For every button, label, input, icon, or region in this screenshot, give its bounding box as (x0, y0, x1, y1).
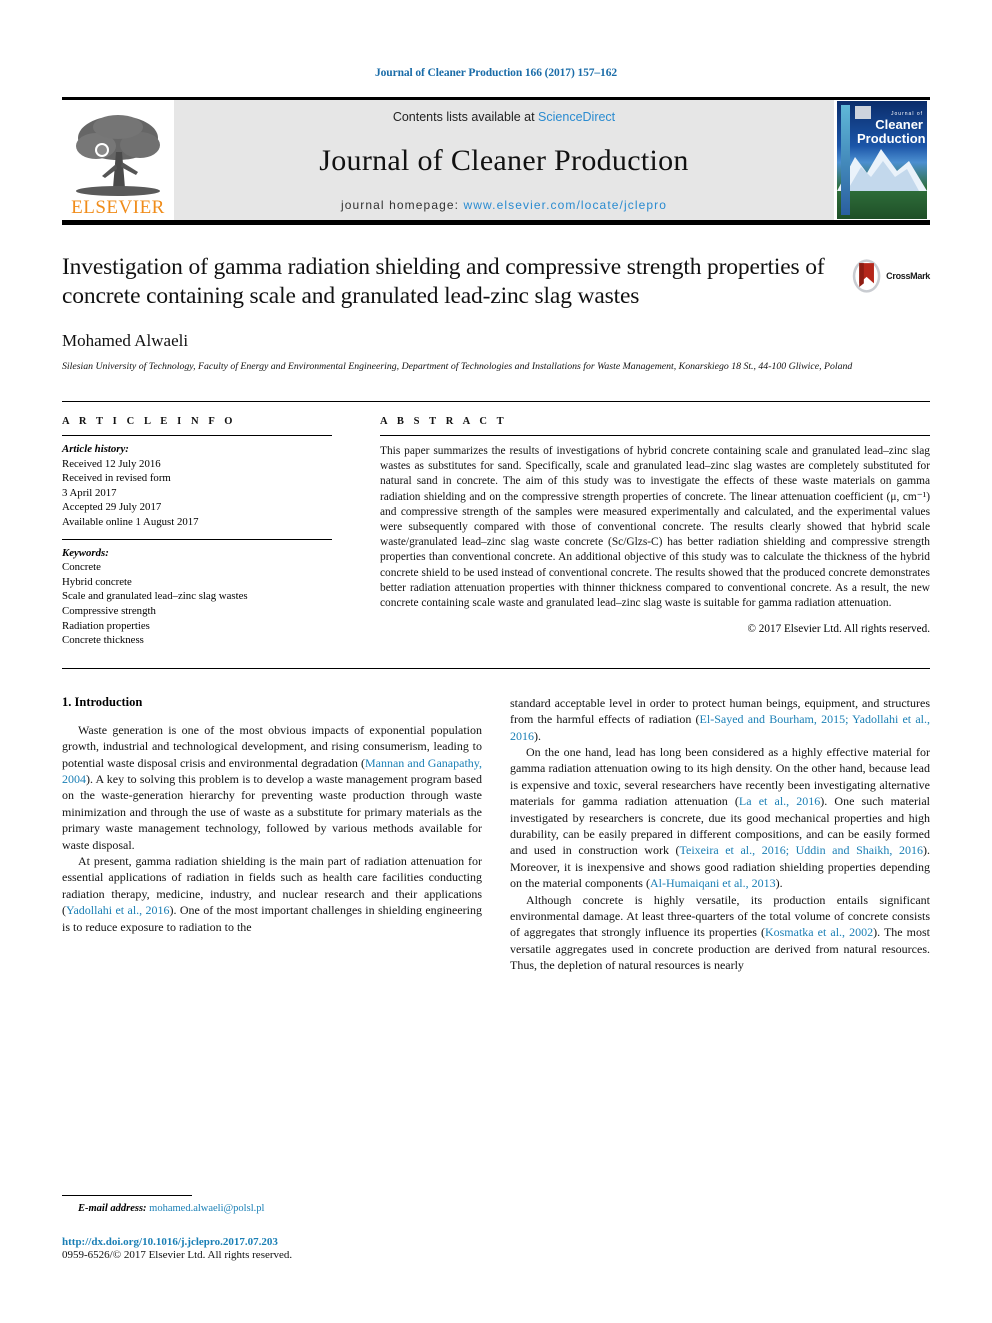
footnote-rule (62, 1195, 192, 1196)
paragraph-text: ). (775, 876, 783, 891)
cover-line2: Cleaner (875, 117, 923, 132)
body-paragraph: On the one hand, lead has long been cons… (510, 744, 930, 892)
abstract-copyright: © 2017 Elsevier Ltd. All rights reserved… (747, 623, 931, 636)
running-head: Journal of Cleaner Production 166 (2017)… (374, 67, 618, 79)
cover-footer-text (855, 201, 923, 215)
page-footnote: E-mail address: mohamed.alwaeli@polsl.pl… (62, 1195, 482, 1261)
article-history-label: Article history: (62, 443, 129, 455)
journal-homepage-line: journal homepage: www.elsevier.com/locat… (341, 198, 667, 212)
homepage-url-link[interactable]: www.elsevier.com/locate/jclepro (464, 198, 668, 212)
cover-line3: Production (857, 131, 926, 146)
cover-art: Journal of Cleaner Production (837, 101, 927, 219)
email-link[interactable]: mohamed.alwaeli@polsl.pl (149, 1203, 264, 1214)
history-line: 3 April 2017 (62, 486, 117, 499)
body-paragraph: At present, gamma radiation shielding is… (62, 853, 482, 935)
right-paragraphs: standard acceptable level in order to pr… (510, 695, 930, 974)
author-affiliation: Silesian University of Technology, Facul… (62, 361, 853, 372)
issn-copyright-line: 0959-6526/© 2017 Elsevier Ltd. All right… (62, 1249, 293, 1261)
contents-available-line: Contents lists available at ScienceDirec… (393, 110, 615, 124)
keyword-item: Concrete (62, 561, 101, 574)
doi-link[interactable]: http://dx.doi.org/10.1016/j.jclepro.2017… (62, 1236, 482, 1248)
article-info-heading: A R T I C L E I N F O (62, 416, 237, 427)
keyword-item: Scale and granulated lead–zinc slag wast… (62, 590, 248, 603)
crossmark-label: CrossMark (886, 271, 930, 281)
crossmark-badge[interactable]: CrossMark (850, 253, 930, 299)
masthead-center: Contents lists available at ScienceDirec… (174, 100, 834, 220)
body-paragraph: Waste generation is one of the most obvi… (62, 722, 482, 853)
keywords-block: Keywords: Concrete Hybrid concrete Scale… (62, 540, 332, 648)
cover-title-text: Journal of Cleaner Production (857, 111, 926, 146)
citation-link[interactable]: Yadollahi et al., 2016 (66, 903, 170, 917)
keywords-label: Keywords: (62, 546, 109, 559)
citation-link[interactable]: La et al., 2016 (739, 794, 820, 808)
body-right-column: standard acceptable level in order to pr… (510, 695, 930, 974)
article-history: Article history: Received 12 July 2016 R… (62, 436, 332, 539)
history-line: Received 12 July 2016 (62, 457, 161, 470)
journal-cover-thumbnail: Journal of Cleaner Production (834, 100, 930, 220)
abstract-heading: A B S T R A C T (380, 416, 508, 427)
page-title: Investigation of gamma radiation shieldi… (62, 254, 825, 309)
homepage-prefix: journal homepage: (340, 198, 464, 212)
left-paragraphs: Waste generation is one of the most obvi… (62, 722, 482, 935)
body-columns: 1. Introduction Waste generation is one … (62, 667, 930, 974)
abstract-text: This paper summarizes the results of inv… (380, 445, 930, 610)
elsevier-wordmark: ELSEVIER (71, 197, 165, 218)
paragraph-text: ). A key to solving this problem is to d… (62, 771, 482, 852)
paper-page: Journal of Cleaner Production 166 (2017)… (0, 0, 992, 1323)
history-line: Accepted 29 July 2017 (62, 501, 162, 514)
citation-link[interactable]: Kosmatka et al., 2002 (765, 925, 873, 939)
author-name: Mohamed Alwaeli (62, 331, 189, 350)
journal-title: Journal of Cleaner Production (319, 144, 689, 177)
elsevier-logo: ELSEVIER (62, 100, 174, 220)
history-line: Available online 1 August 2017 (62, 515, 199, 528)
journal-masthead: ELSEVIER Contents lists available at Sci… (62, 97, 930, 225)
cover-side-strip (841, 105, 850, 215)
citation-link[interactable]: Teixeira et al., 2016; Uddin and Shaikh,… (680, 843, 923, 857)
title-block: Investigation of gamma radiation shieldi… (62, 225, 930, 374)
email-label: E-mail address: (78, 1203, 147, 1214)
keyword-item: Compressive strength (62, 604, 156, 617)
keyword-item: Hybrid concrete (62, 575, 132, 588)
sciencedirect-link[interactable]: ScienceDirect (538, 110, 615, 124)
abstract-column: A B S T R A C T This paper summarizes th… (362, 416, 930, 648)
paragraph-text: ). (534, 728, 541, 743)
mountain-graphic (837, 149, 927, 191)
keyword-item: Concrete thickness (62, 634, 144, 647)
corresponding-email-line: E-mail address: mohamed.alwaeli@polsl.pl (62, 1203, 482, 1214)
body-paragraph: standard acceptable level in order to pr… (510, 695, 930, 744)
body-left-column: 1. Introduction Waste generation is one … (62, 695, 482, 974)
keyword-item: Radiation properties (62, 619, 150, 632)
article-info-column: A R T I C L E I N F O Article history: R… (62, 416, 362, 648)
history-line: Received in revised form (62, 472, 171, 485)
crossmark-icon (852, 259, 881, 293)
info-abstract-section: A R T I C L E I N F O Article history: R… (62, 401, 930, 648)
elsevier-tree-icon (76, 115, 160, 196)
body-paragraph: Although concrete is highly versatile, i… (510, 892, 930, 974)
contents-prefix: Contents lists available at (392, 110, 539, 124)
section-heading-introduction: 1. Introduction (62, 694, 143, 709)
citation-link[interactable]: Al-Humaiqani et al., 2013 (650, 876, 776, 890)
